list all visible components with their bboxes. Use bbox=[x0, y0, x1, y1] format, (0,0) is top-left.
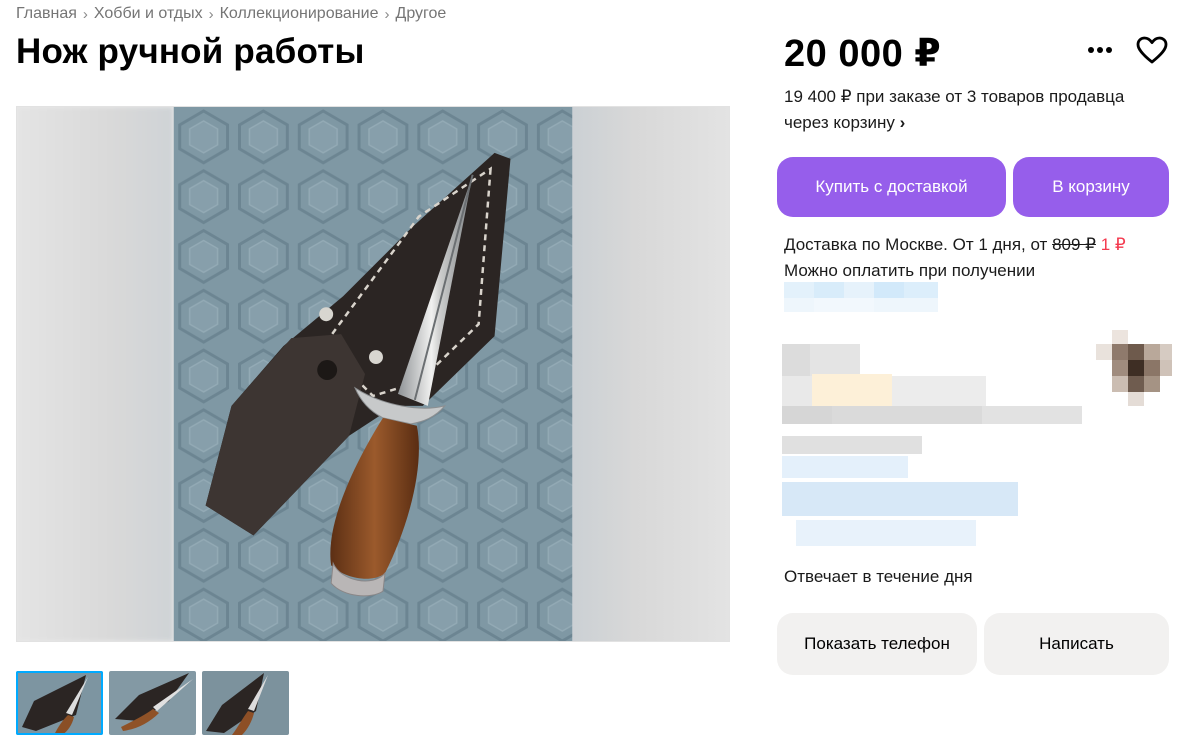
more-dots-icon[interactable] bbox=[1082, 34, 1118, 66]
breadcrumb-separator: › bbox=[82, 5, 88, 23]
gallery-blur-right bbox=[571, 107, 729, 641]
thumbnail-2[interactable] bbox=[109, 671, 196, 735]
obscured-seller-info bbox=[782, 344, 1082, 550]
breadcrumb-separator: › bbox=[208, 5, 214, 23]
delivery-new-price: 1 ₽ bbox=[1100, 235, 1126, 254]
delivery-old-price: 809 ₽ bbox=[1052, 235, 1096, 254]
main-photo-gallery[interactable] bbox=[16, 106, 730, 642]
delivery-line: Доставка по Москве. От 1 дня, от 809 ₽ 1… bbox=[784, 232, 1126, 258]
breadcrumb-item-collecting[interactable]: Коллекционирование bbox=[220, 5, 379, 23]
breadcrumb-item-other[interactable]: Другое bbox=[395, 5, 446, 23]
chevron-right-icon: › bbox=[899, 113, 906, 132]
bulk-price-offer[interactable]: 19 400 ₽ при заказе от 3 товаров продавц… bbox=[784, 84, 1174, 136]
page-title: Нож ручной работы bbox=[16, 32, 365, 71]
response-time: Отвечает в течение дня bbox=[784, 567, 973, 586]
add-to-cart-button[interactable]: В корзину bbox=[1013, 157, 1169, 217]
heart-icon[interactable] bbox=[1134, 34, 1170, 66]
payment-note: Можно оплатить при получении bbox=[784, 261, 1036, 280]
gallery-blur-left bbox=[17, 107, 173, 641]
write-message-button[interactable]: Написать bbox=[984, 613, 1169, 675]
bulk-price-line-1: 19 400 ₽ при заказе от 3 товаров продавц… bbox=[784, 87, 1125, 106]
price: 20 000 ₽ bbox=[784, 33, 942, 75]
thumbnail-1[interactable] bbox=[16, 671, 103, 735]
obscured-link bbox=[784, 282, 954, 312]
show-phone-button[interactable]: Показать телефон bbox=[777, 613, 977, 675]
breadcrumb: Главная › Хобби и отдых › Коллекциониров… bbox=[16, 5, 446, 23]
breadcrumb-separator: › bbox=[384, 5, 390, 23]
delivery-info: Доставка по Москве. От 1 дня, от 809 ₽ 1… bbox=[784, 232, 1126, 284]
obscured-seller-avatar bbox=[1096, 330, 1176, 410]
bulk-price-line-2: через корзину › bbox=[784, 110, 1174, 136]
thumbnail-3[interactable] bbox=[202, 671, 289, 735]
breadcrumb-item-home[interactable]: Главная bbox=[16, 5, 77, 23]
buy-with-delivery-button[interactable]: Купить с доставкой bbox=[777, 157, 1006, 217]
bulk-price-cart-text: через корзину bbox=[784, 113, 895, 132]
delivery-text: Доставка по Москве. От 1 дня, от bbox=[784, 235, 1053, 254]
breadcrumb-item-hobby[interactable]: Хобби и отдых bbox=[94, 5, 203, 23]
knife-photo bbox=[173, 107, 573, 641]
thumbnail-strip bbox=[16, 671, 289, 735]
